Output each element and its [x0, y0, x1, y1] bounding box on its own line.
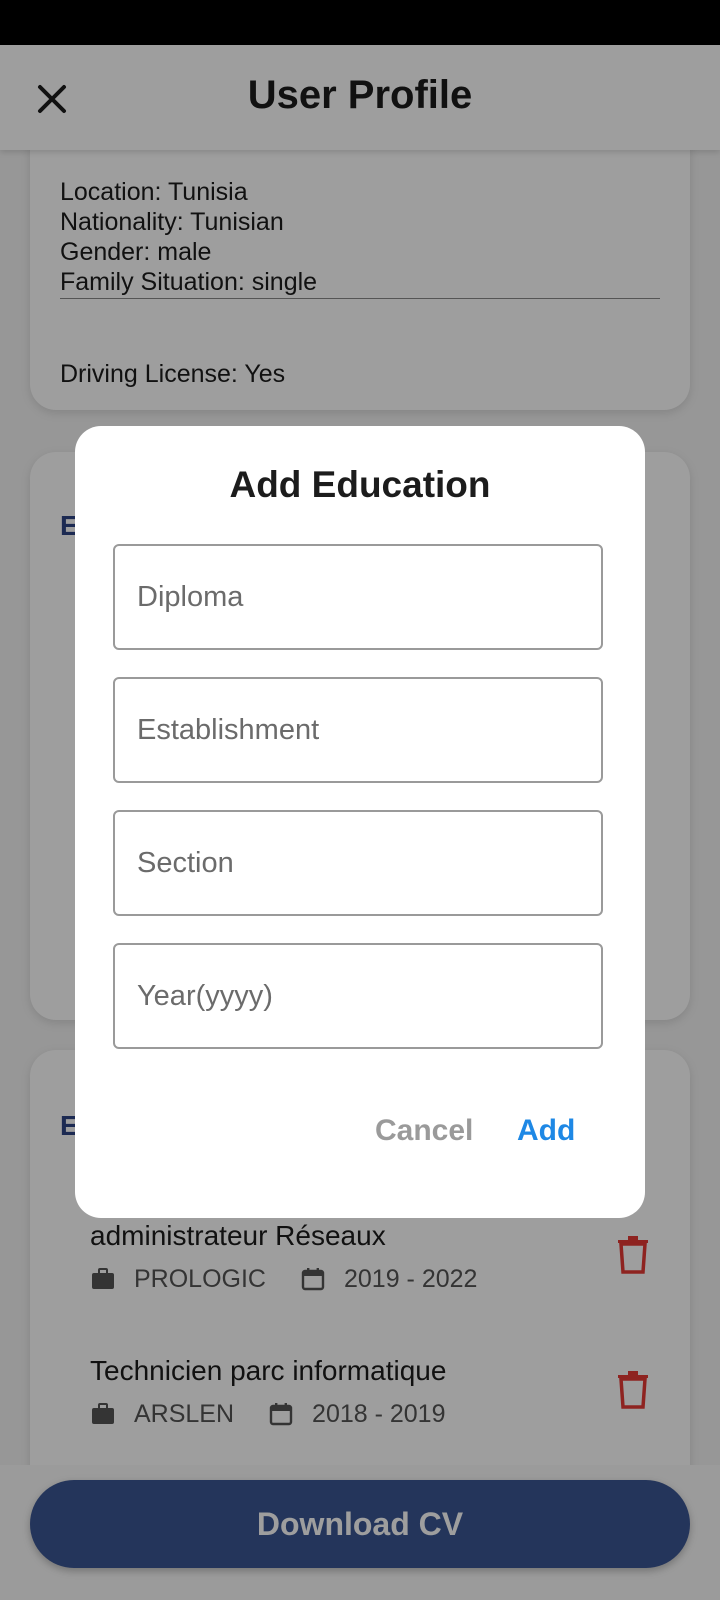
- dialog-title: Add Education: [229, 464, 491, 505]
- year-field[interactable]: [113, 943, 603, 1049]
- section-field[interactable]: [113, 810, 603, 916]
- cancel-button[interactable]: Cancel: [365, 1106, 483, 1156]
- add-education-dialog: Add Education Cancel Add: [75, 426, 645, 1218]
- diploma-field[interactable]: [113, 544, 603, 650]
- establishment-field[interactable]: [113, 677, 603, 783]
- add-button[interactable]: Add: [507, 1106, 585, 1156]
